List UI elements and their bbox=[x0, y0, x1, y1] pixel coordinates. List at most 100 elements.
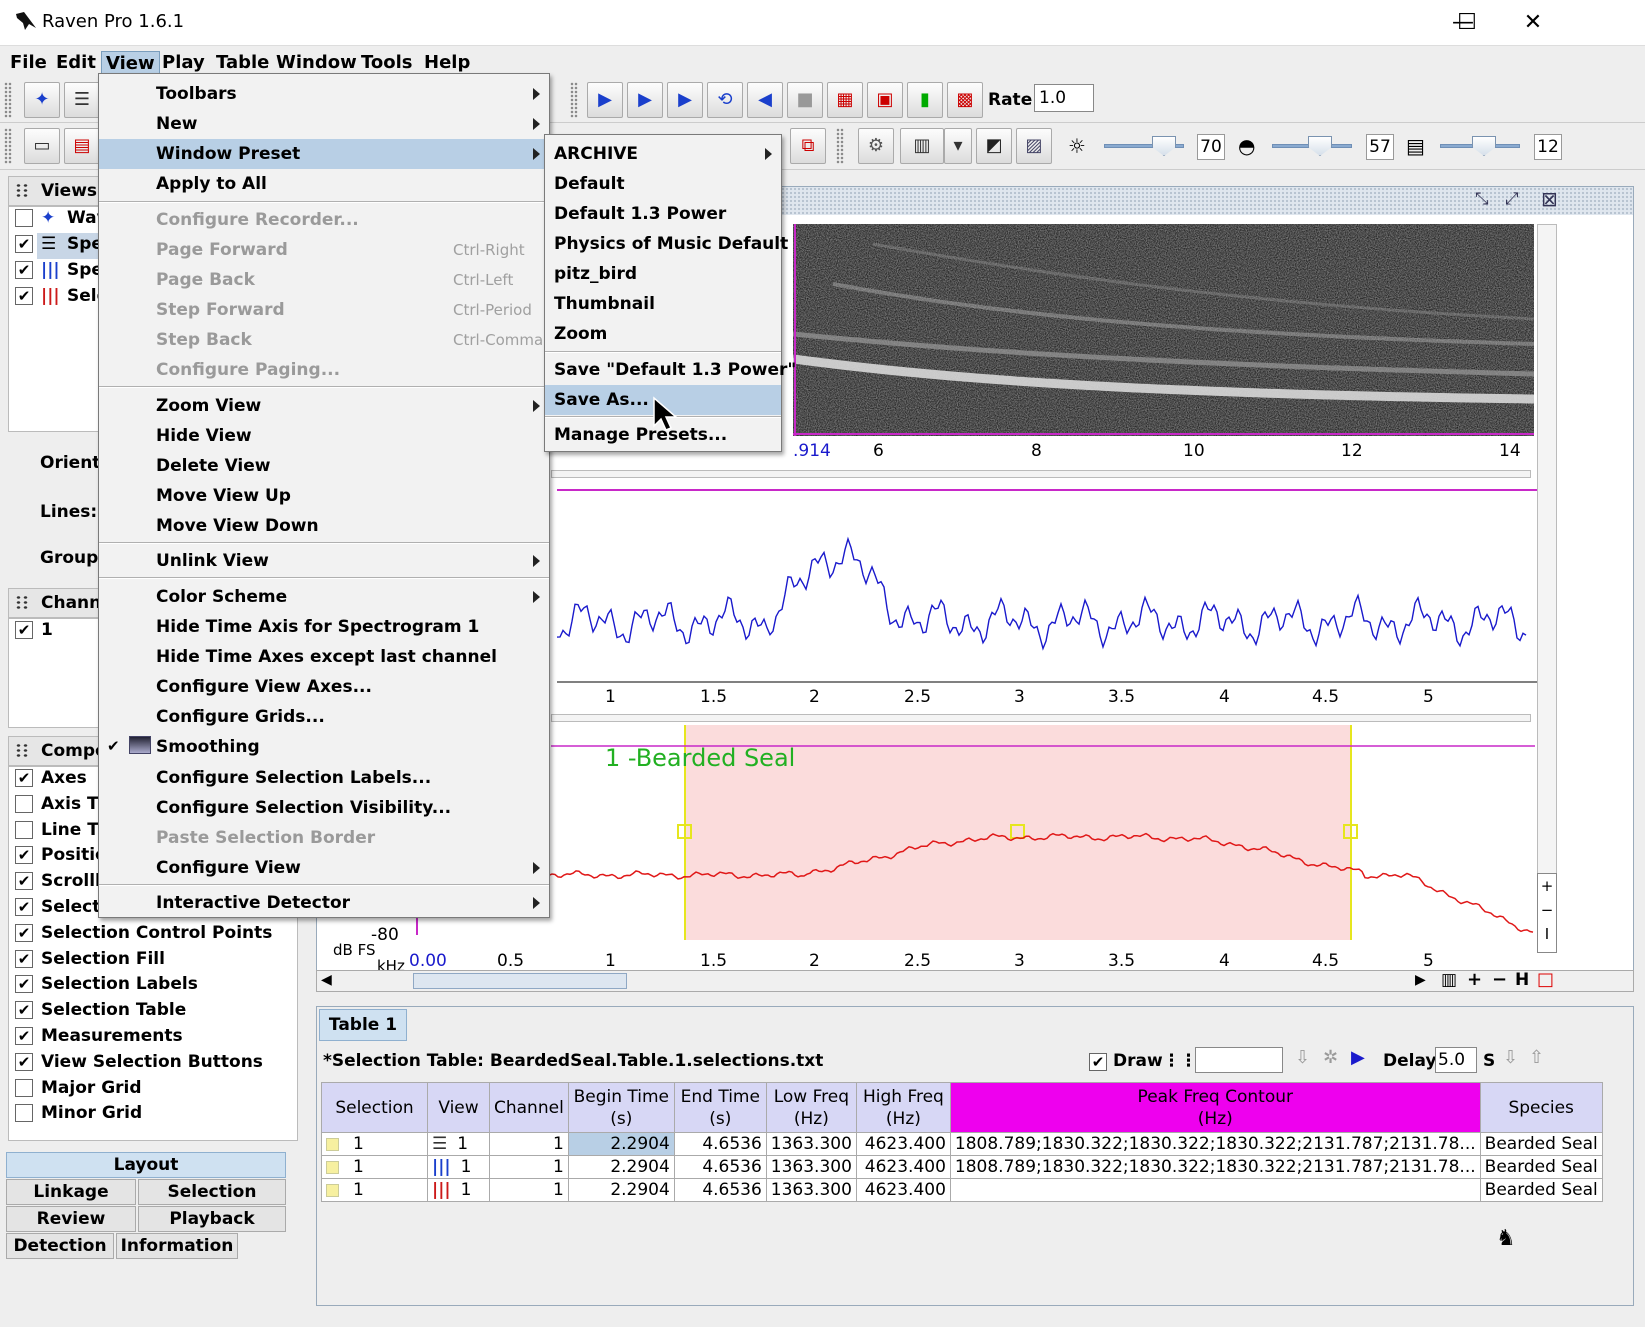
component-checkbox[interactable]: ✔ bbox=[15, 1001, 33, 1020]
menu-item-hide-time-axes[interactable]: Hide Time Axes except last channel bbox=[99, 642, 549, 672]
tab-linkage[interactable]: Linkage bbox=[6, 1179, 136, 1205]
table-cell[interactable]: 1363.300 bbox=[765, 1155, 857, 1179]
close-button[interactable]: ✕ bbox=[1510, 6, 1556, 40]
column-header[interactable]: Species bbox=[1479, 1082, 1603, 1133]
table-row[interactable]: 1 ||| 1 1 2.2904 4.6536 1363.300 4623.400 1808.7… bbox=[321, 1155, 1603, 1179]
tab-detection[interactable]: Detection bbox=[6, 1233, 114, 1259]
table-cell[interactable]: 1808.789;1830.322;1830.322;1830.322;2131… bbox=[949, 1155, 1481, 1179]
column-header[interactable]: Selection bbox=[321, 1082, 428, 1133]
table-row[interactable]: 1 ☰ 1 1 2.2904 4.6536 1363.300 4623.400 1808.789… bbox=[321, 1132, 1603, 1156]
component-checkbox[interactable]: ✔ bbox=[15, 949, 33, 968]
view-checkbox[interactable]: ✔ bbox=[15, 287, 33, 305]
preset-zoom[interactable]: Zoom bbox=[545, 319, 781, 349]
tab-playback[interactable]: Playback bbox=[138, 1206, 286, 1232]
contrast-slider-thumb[interactable] bbox=[1308, 136, 1332, 156]
menu-item-step-back[interactable]: Step Back Ctrl-Comma bbox=[99, 325, 549, 355]
table-cell[interactable]: 1 bbox=[489, 1178, 569, 1202]
column-header[interactable]: End Time (s) bbox=[673, 1082, 767, 1133]
menu-item-move-view-down[interactable]: Move View Down bbox=[99, 511, 549, 541]
table-cell[interactable]: 4623.400 bbox=[855, 1132, 951, 1156]
view-scrollbar[interactable] bbox=[551, 470, 1531, 478]
menu-edit[interactable]: Edit bbox=[52, 51, 100, 77]
menu-item-configure-view-axes[interactable]: Configure View Axes... bbox=[99, 672, 549, 702]
table-cell[interactable]: Bearded Seal bbox=[1479, 1178, 1603, 1202]
table-cell[interactable]: 1 bbox=[321, 1155, 428, 1179]
new-window-icon[interactable]: ⧉ bbox=[790, 128, 826, 164]
brightness-value[interactable]: 70 bbox=[1197, 134, 1225, 160]
table-cell[interactable]: 1363.300 bbox=[765, 1178, 857, 1202]
table-cell[interactable]: 1363.300 bbox=[765, 1132, 857, 1156]
component-checkbox[interactable]: ✔ bbox=[15, 769, 33, 787]
zoom-out-icon[interactable]: − bbox=[1538, 898, 1556, 922]
menu-item-configure-selection-labels[interactable]: Configure Selection Labels... bbox=[99, 763, 549, 793]
menu-item-color-scheme[interactable]: Color Scheme bbox=[99, 582, 549, 612]
component-checkbox[interactable] bbox=[15, 794, 33, 813]
preset-default[interactable]: Default bbox=[545, 169, 781, 199]
selection-spectrum-plot[interactable] bbox=[405, 725, 1535, 940]
table-cell[interactable]: ||| 1 bbox=[427, 1155, 490, 1179]
table-cell[interactable]: 1 bbox=[489, 1155, 569, 1179]
column-header[interactable]: High Freq (Hz) bbox=[855, 1082, 951, 1133]
play-icon[interactable]: ▶ bbox=[587, 82, 623, 118]
column-header[interactable]: Low Freq (Hz) bbox=[765, 1082, 857, 1133]
play-reverse-icon[interactable]: ◀ bbox=[747, 82, 783, 118]
preset-pitz-bird[interactable]: pitz_bird bbox=[545, 259, 781, 289]
component-checkbox[interactable] bbox=[15, 1078, 33, 1097]
rate-input[interactable]: 1.0 bbox=[1034, 84, 1094, 112]
menu-item-hide-time-axis[interactable]: Hide Time Axis for Spectrogram 1 bbox=[99, 612, 549, 642]
toolbar-grip[interactable] bbox=[570, 82, 578, 118]
component-checkbox[interactable]: ✔ bbox=[15, 872, 33, 891]
chevron-down-icon[interactable]: ▾ bbox=[944, 128, 972, 164]
play-selection-icon[interactable]: ▶ bbox=[627, 82, 663, 118]
menu-item-configure-grids[interactable]: Configure Grids... bbox=[99, 702, 549, 732]
column-header[interactable]: View bbox=[427, 1082, 490, 1133]
selection-view-icon[interactable]: ▤ bbox=[64, 128, 100, 164]
table-cell[interactable]: ||| 1 bbox=[427, 1178, 490, 1202]
zoom-out-icon[interactable]: − bbox=[1492, 969, 1507, 990]
table-cell[interactable] bbox=[949, 1178, 1481, 1202]
component-checkbox[interactable]: ✔ bbox=[15, 1027, 33, 1045]
menu-item-zoom-view[interactable]: Zoom View bbox=[99, 391, 549, 421]
preset-save-current[interactable]: Save "Default 1.3 Power" bbox=[545, 355, 796, 385]
table-cell[interactable]: Bearded Seal bbox=[1479, 1155, 1603, 1179]
table-cell[interactable]: 4623.400 bbox=[855, 1155, 951, 1179]
colormap-icon[interactable]: ▥ bbox=[900, 128, 944, 164]
menu-item-hide-view[interactable]: Hide View bbox=[99, 421, 549, 451]
component-checkbox[interactable]: ✔ bbox=[15, 846, 33, 865]
move-up-icon[interactable]: ⇧ bbox=[1529, 1047, 1544, 1068]
record-selection-icon[interactable]: ▣ bbox=[867, 82, 903, 118]
tab-review[interactable]: Review bbox=[6, 1206, 136, 1232]
table-cell[interactable]: 2.2904 bbox=[567, 1132, 675, 1156]
contrast-value[interactable]: 57 bbox=[1366, 134, 1394, 160]
tab-table-1[interactable]: Table 1 bbox=[319, 1009, 407, 1041]
toolbar-grip[interactable] bbox=[836, 128, 844, 164]
menu-item-paste-selection-border[interactable]: Paste Selection Border bbox=[99, 823, 549, 853]
spectrogram-view-icon[interactable]: ☰ bbox=[64, 82, 100, 118]
spectrogram-plot[interactable] bbox=[793, 224, 1534, 436]
resolution-slider-thumb[interactable] bbox=[1472, 136, 1496, 156]
column-header[interactable]: Channel bbox=[489, 1082, 569, 1133]
menu-item-configure-paging[interactable]: Configure Paging... bbox=[99, 355, 549, 385]
layout-icon[interactable]: ▭ bbox=[24, 128, 60, 164]
horizontal-scrollbar[interactable]: ◀ ▶ ▥ + − H □ bbox=[316, 969, 1634, 992]
table-row[interactable]: 1 ||| 1 1 2.2904 4.6536 1363.300 4623.400 Bearde… bbox=[321, 1178, 1603, 1202]
play-forward-icon[interactable]: ▶ bbox=[667, 82, 703, 118]
maximize-view-icon[interactable]: ⤢ bbox=[1505, 189, 1519, 209]
view-checkbox[interactable] bbox=[15, 209, 33, 227]
table-cell[interactable]: 1808.789;1830.322;1830.322;1830.322;2131… bbox=[949, 1132, 1481, 1156]
spectrum-plot[interactable] bbox=[557, 487, 1537, 687]
table-cell[interactable]: 1 bbox=[321, 1132, 428, 1156]
preset-default-1-3-power[interactable]: Default 1.3 Power bbox=[545, 199, 781, 229]
menu-item-move-view-up[interactable]: Move View Up bbox=[99, 481, 549, 511]
table-cell[interactable]: 1 bbox=[321, 1178, 428, 1202]
menu-item-step-forward[interactable]: Step Forward Ctrl-Period bbox=[99, 295, 549, 325]
channel-meter-icon[interactable]: ▩ bbox=[947, 82, 983, 118]
stop-icon[interactable]: ■ bbox=[787, 82, 823, 118]
component-checkbox[interactable]: ✔ bbox=[15, 923, 33, 942]
menu-item-apply-to-all[interactable]: Apply to All bbox=[99, 169, 549, 199]
menu-item-page-forward[interactable]: Page Forward Ctrl-Right bbox=[99, 235, 549, 265]
gear-icon[interactable]: ⚙ bbox=[858, 128, 894, 164]
table-cell[interactable]: 2.2904 bbox=[567, 1178, 675, 1202]
column-header[interactable]: Peak Freq Contour (Hz) bbox=[949, 1082, 1481, 1133]
preset-thumbnail[interactable]: Thumbnail bbox=[545, 289, 781, 319]
